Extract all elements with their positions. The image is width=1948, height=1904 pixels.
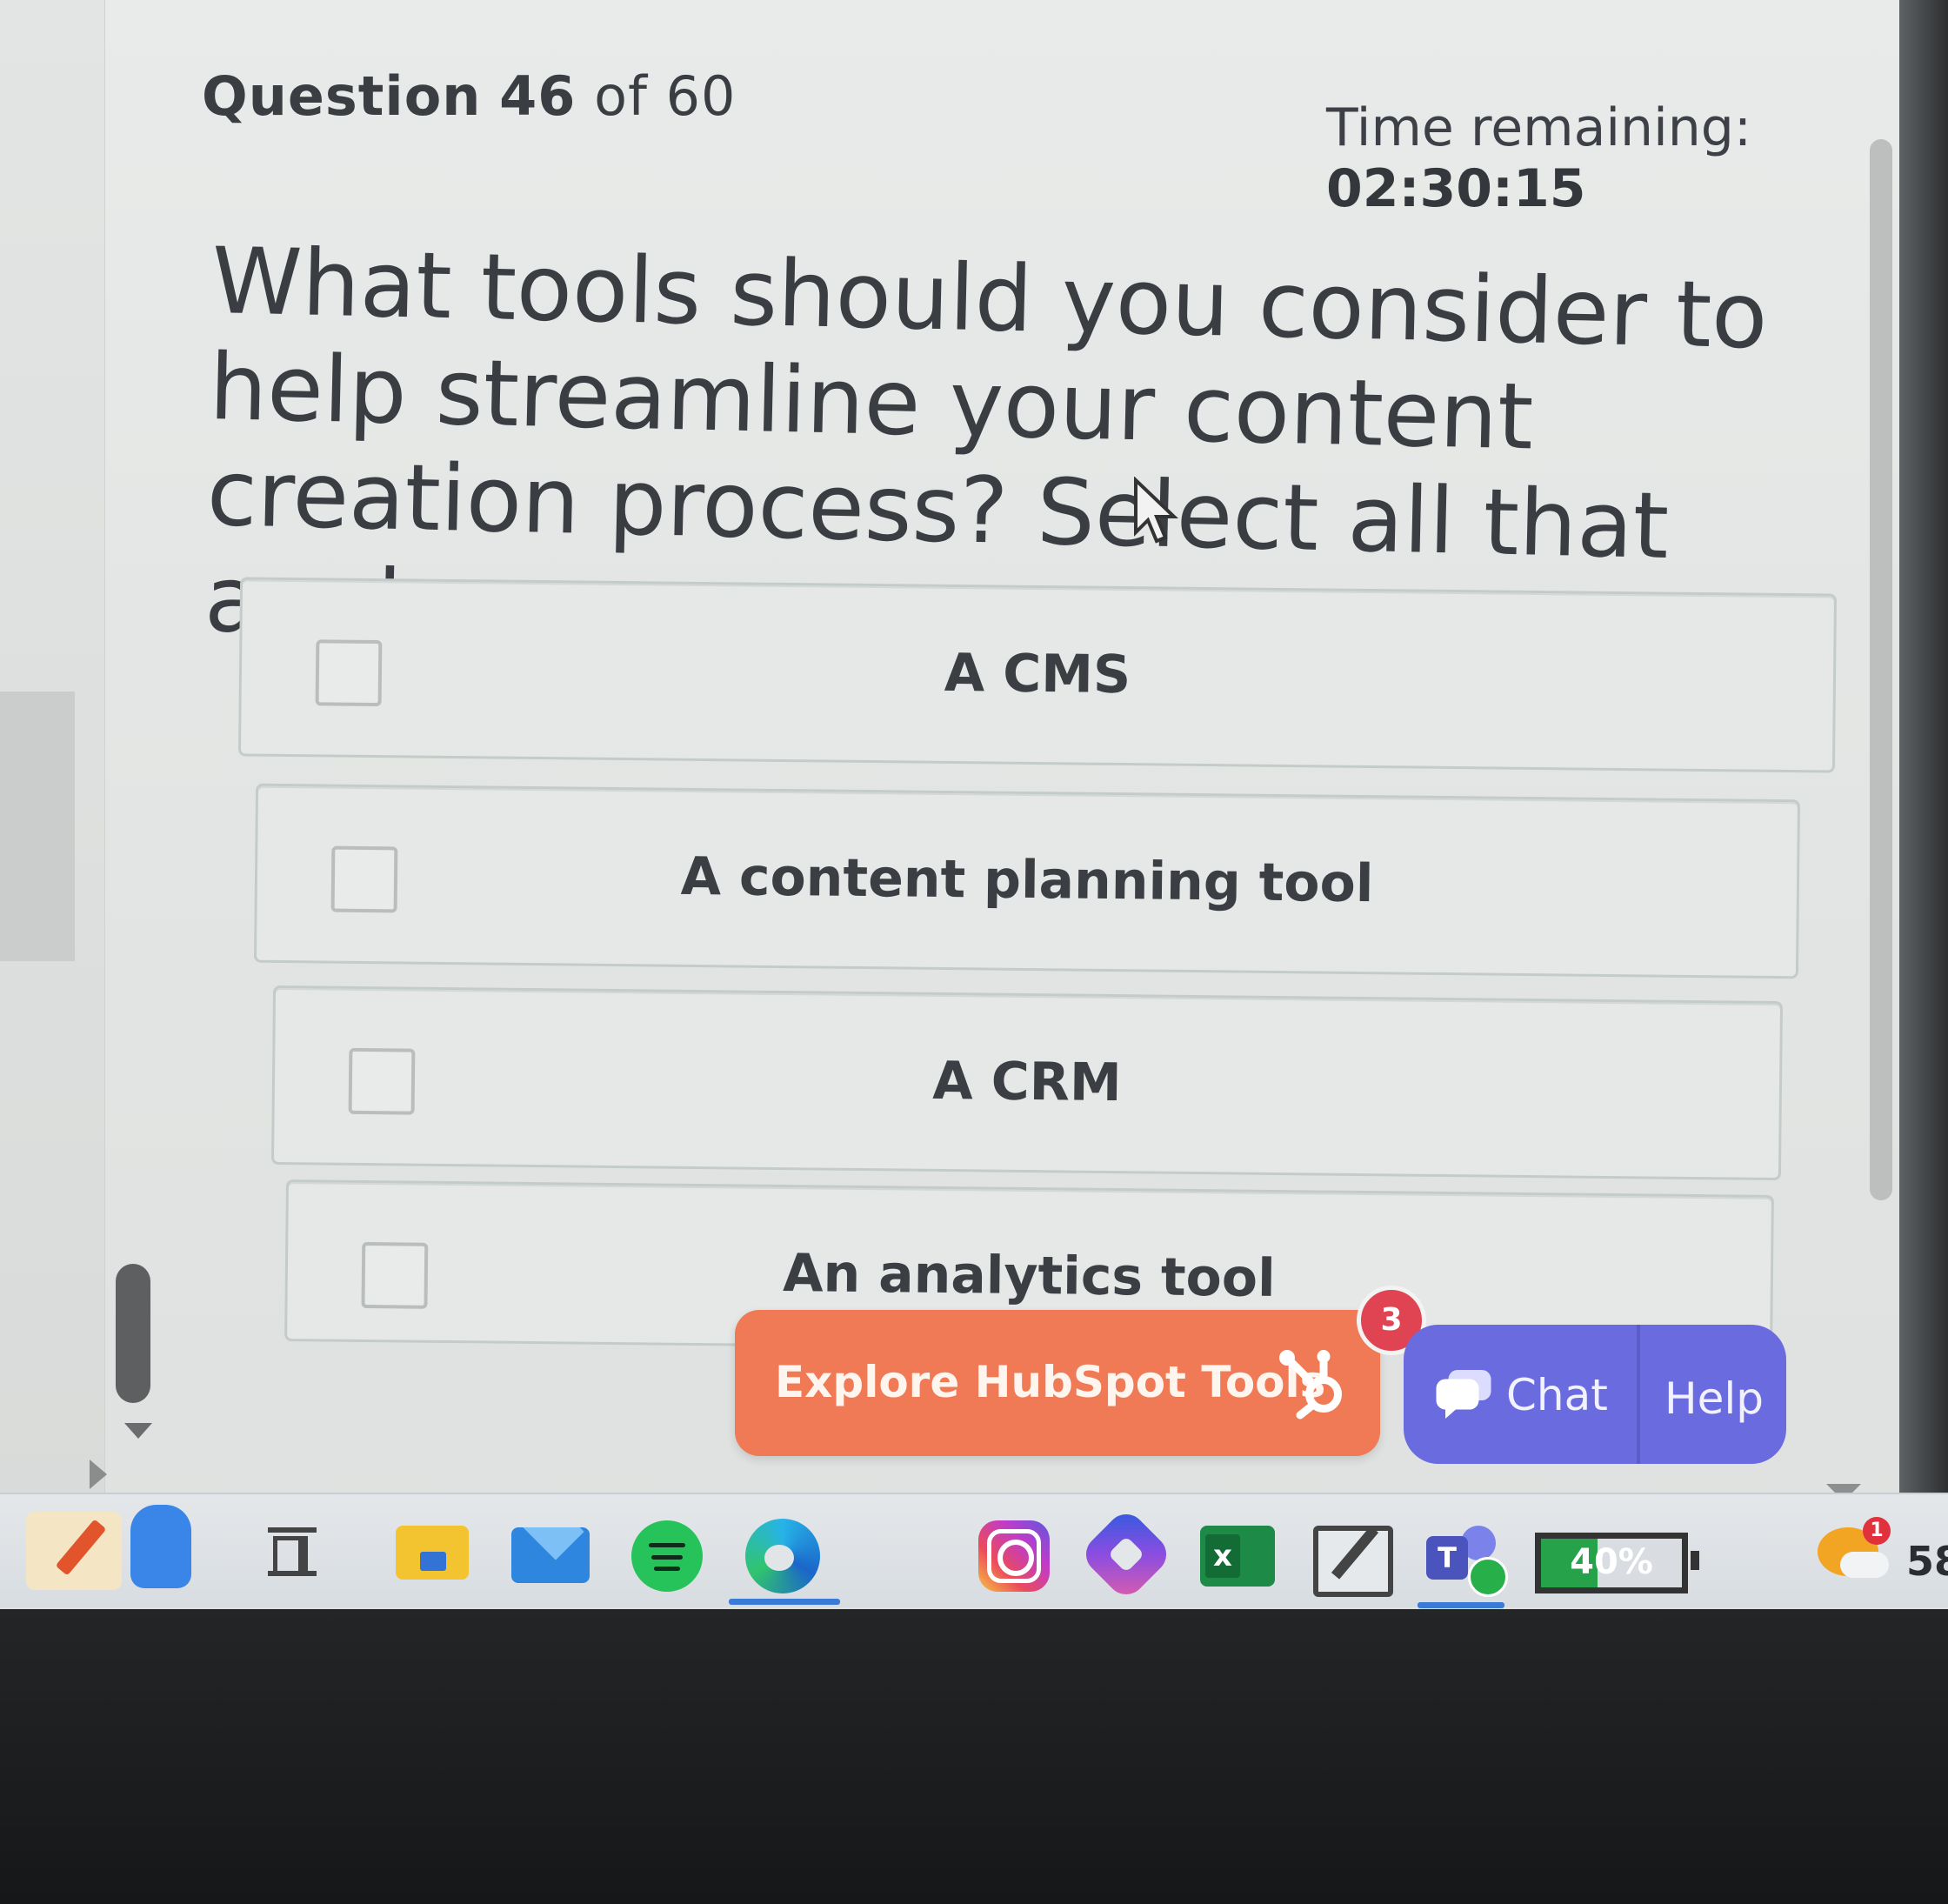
backpack-icon[interactable]	[130, 1505, 191, 1588]
question-number: 46	[499, 64, 577, 128]
question-counter: Question 46 of 60	[202, 64, 737, 128]
answer-option-content-planning-tool[interactable]: A content planning tool	[253, 783, 1801, 979]
chevron-down-icon[interactable]	[124, 1423, 152, 1439]
question-prefix: Question	[202, 64, 482, 128]
page-scrollbar[interactable]	[1870, 139, 1892, 1200]
mouse-cursor-icon	[1134, 477, 1178, 544]
instagram-icon[interactable]	[978, 1520, 1050, 1592]
chat-button[interactable]: Chat	[1506, 1370, 1608, 1420]
question-total: of 60	[594, 64, 737, 128]
screen: Question 46 of 60 Time remaining: 02:30:…	[0, 0, 1948, 1609]
active-app-indicator	[729, 1599, 840, 1605]
chevron-right-icon[interactable]	[90, 1460, 107, 1489]
chat-bubble-icon	[1436, 1370, 1491, 1419]
option-label: A CRM	[932, 1050, 1122, 1114]
file-explorer-icon[interactable]	[396, 1526, 469, 1580]
spotify-icon[interactable]	[631, 1520, 703, 1592]
edge-icon[interactable]	[745, 1519, 820, 1593]
active-app-indicator	[1418, 1602, 1504, 1608]
hubspot-button-label: Explore HubSpot Tools	[775, 1357, 1326, 1407]
divider	[1637, 1325, 1640, 1464]
left-scroll-handle[interactable]	[116, 1264, 150, 1403]
edit-app-icon[interactable]	[1313, 1526, 1393, 1597]
timer-label: Time remaining:	[1326, 97, 1752, 158]
notes-app-icon[interactable]	[26, 1512, 122, 1590]
battery-percent: 40%	[1570, 1542, 1653, 1582]
hubspot-sprocket-icon	[1279, 1350, 1342, 1420]
left-panel-block	[0, 691, 75, 961]
explore-hubspot-tools-button[interactable]: Explore HubSpot Tools	[735, 1310, 1380, 1456]
option-label: A content planning tool	[680, 845, 1374, 915]
answer-option-crm[interactable]: A CRM	[270, 985, 1784, 1181]
desk-background	[0, 1609, 1948, 1904]
widgets-icon[interactable]	[268, 1527, 317, 1576]
copilot-icon[interactable]	[1077, 1506, 1175, 1603]
time-remaining: Time remaining: 02:30:15	[1326, 97, 1948, 219]
weather-icon[interactable]: 1	[1818, 1517, 1891, 1578]
timer-value: 02:30:15	[1326, 158, 1586, 219]
battery-indicator[interactable]: 40%	[1535, 1533, 1699, 1593]
teams-icon[interactable]: T	[1426, 1520, 1508, 1597]
help-button[interactable]: Help	[1664, 1373, 1764, 1424]
mail-icon[interactable]	[511, 1527, 590, 1583]
temperature: 58	[1906, 1538, 1948, 1585]
chat-help-widget: Chat Help	[1404, 1325, 1786, 1464]
option-label: A CMS	[944, 642, 1131, 706]
option-label: An analytics tool	[782, 1243, 1277, 1309]
windows-taskbar: x T 40% 1 58	[0, 1493, 1948, 1608]
monitor-bezel	[1899, 0, 1948, 1505]
answer-option-cms[interactable]: A CMS	[237, 577, 1838, 773]
excel-icon[interactable]: x	[1200, 1526, 1275, 1587]
weather-badge: 1	[1863, 1517, 1891, 1545]
